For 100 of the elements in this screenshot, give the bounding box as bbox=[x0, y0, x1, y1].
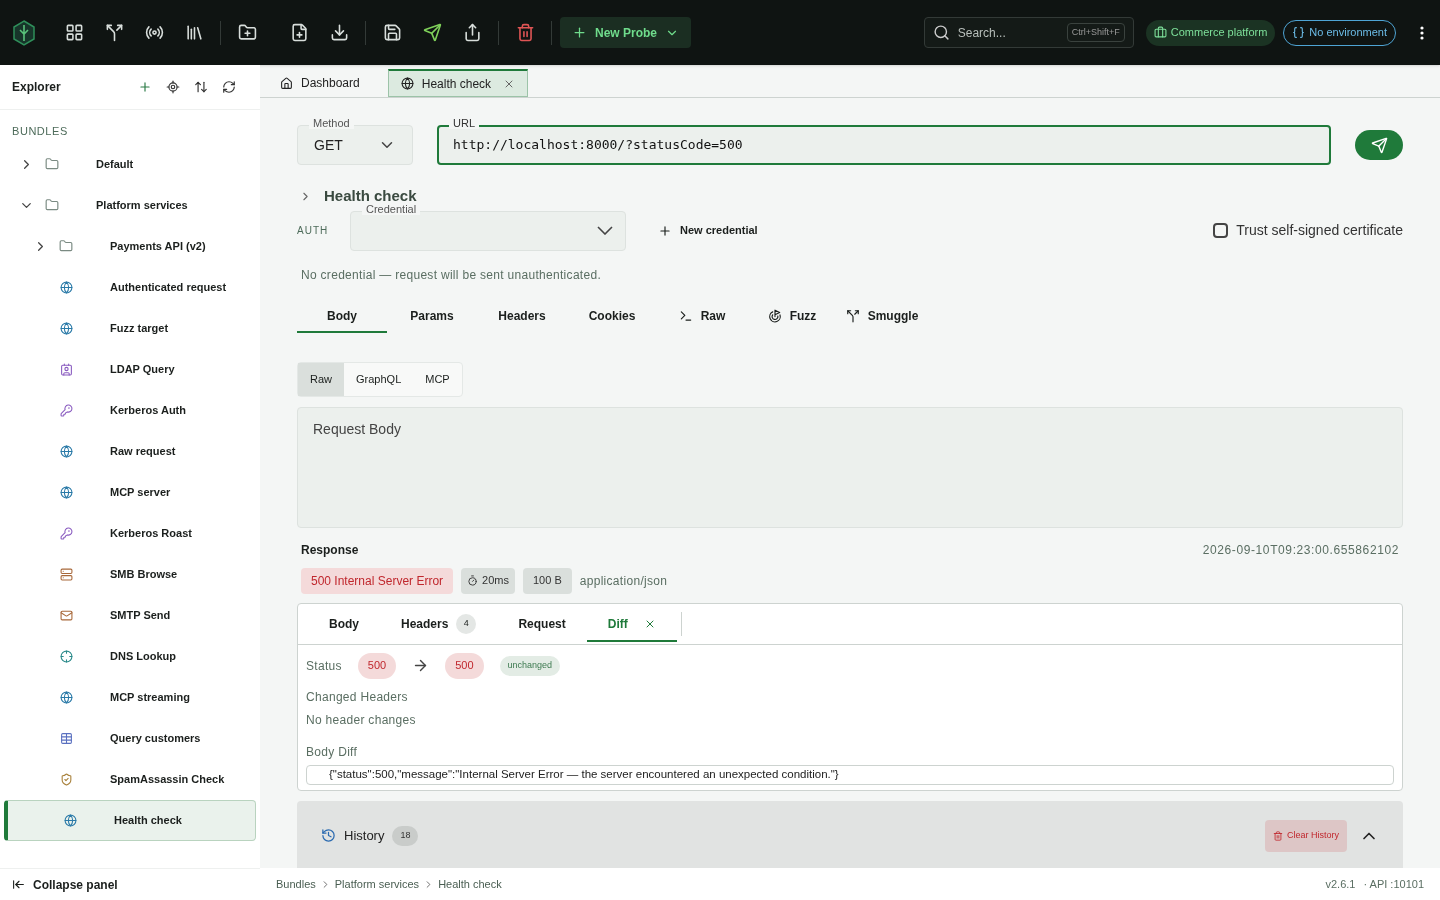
tree-item[interactable]: MCP server bbox=[4, 471, 256, 513]
refresh-icon[interactable] bbox=[222, 80, 236, 94]
section-tab[interactable]: Body bbox=[297, 300, 387, 333]
response-title: Response bbox=[301, 541, 359, 559]
sort-icon[interactable] bbox=[194, 80, 208, 94]
tree-item-label: SMTP Send bbox=[110, 607, 171, 623]
status-code-pill: 500 bbox=[357, 652, 397, 679]
collapse-panel-button[interactable]: Collapse panel bbox=[0, 868, 260, 900]
tree-item-label: Health check bbox=[114, 812, 182, 828]
home-icon bbox=[280, 76, 293, 90]
key-icon bbox=[59, 403, 73, 417]
tree-item[interactable]: SMTP Send bbox=[4, 594, 256, 636]
section-tab[interactable]: Raw bbox=[657, 300, 747, 333]
editor-tab[interactable]: Dashboard bbox=[268, 69, 372, 97]
terminal-icon bbox=[678, 308, 693, 323]
send-button[interactable] bbox=[1355, 130, 1403, 160]
changed-headers-title: Changed Headers bbox=[306, 688, 409, 706]
target-icon bbox=[767, 308, 782, 323]
search-field[interactable]: Search... Ctrl+Shift+F bbox=[923, 17, 1134, 48]
section-heading: BUNDLES bbox=[11, 124, 69, 139]
globe-icon bbox=[63, 813, 77, 827]
content-type: application/json bbox=[579, 572, 668, 590]
section-tab[interactable]: Smuggle bbox=[837, 300, 927, 333]
search-input[interactable]: Search... bbox=[957, 23, 1059, 42]
breadcrumb-link[interactable]: Health check bbox=[438, 875, 502, 893]
tree-item[interactable]: Kerberos Roast bbox=[4, 512, 256, 554]
response-tab[interactable]: Request bbox=[497, 607, 587, 642]
new-probe-button[interactable]: New Probe bbox=[560, 17, 691, 48]
tree-item[interactable]: LDAP Query bbox=[4, 348, 256, 390]
body-mode-tab[interactable]: MCP bbox=[413, 362, 462, 396]
request-body-field[interactable]: Request Body bbox=[297, 406, 1403, 528]
header-changes-note: No header changes bbox=[306, 711, 417, 729]
history-icon bbox=[321, 828, 336, 843]
breadcrumb-link[interactable]: Bundles bbox=[276, 875, 316, 893]
briefcase-icon bbox=[1153, 26, 1167, 39]
tree-item-label: MCP server bbox=[110, 484, 171, 500]
tree-item[interactable]: Fuzz target bbox=[4, 307, 256, 349]
body-mode-tab[interactable]: GraphQL bbox=[344, 362, 414, 396]
checkbox[interactable] bbox=[1213, 223, 1229, 238]
tree-item-label: SpamAssassin Check bbox=[110, 771, 225, 787]
split-arrows-icon bbox=[845, 308, 860, 323]
tree-item-label: Query customers bbox=[110, 730, 201, 746]
tree-item[interactable]: SpamAssassin Check bbox=[4, 758, 256, 800]
search-icon bbox=[932, 24, 950, 41]
hexagon-logo-icon bbox=[12, 19, 36, 46]
section-tab[interactable]: Fuzz bbox=[747, 300, 837, 333]
more-menu-button[interactable] bbox=[1420, 25, 1424, 40]
collapse-icon bbox=[12, 878, 25, 891]
folder-icon bbox=[59, 239, 73, 253]
key-icon bbox=[59, 526, 73, 540]
tree-item[interactable]: Default bbox=[4, 143, 256, 185]
unchanged-tag: unchanged bbox=[499, 655, 561, 676]
tree-item-label: Kerberos Roast bbox=[110, 525, 192, 541]
tree-item[interactable]: MCP streaming bbox=[4, 676, 256, 718]
new-credential-button[interactable]: New credential bbox=[658, 222, 758, 239]
folder-icon bbox=[45, 198, 59, 212]
tree-item[interactable]: Platform services bbox=[4, 184, 256, 226]
body-mode-tab[interactable]: Raw bbox=[298, 362, 344, 396]
tree-item-label: Raw request bbox=[110, 443, 176, 459]
status-code-pill: 500 bbox=[445, 652, 484, 679]
response-tab[interactable]: Headers 4 bbox=[380, 607, 498, 642]
table-icon bbox=[59, 731, 73, 745]
tree-item-label: SMB Browse bbox=[110, 566, 178, 582]
response-tab[interactable]: Body bbox=[308, 607, 380, 642]
project-chip[interactable]: Commerce platform bbox=[1145, 19, 1276, 46]
tree-item-label: DNS Lookup bbox=[110, 648, 176, 664]
tree-item[interactable]: DNS Lookup bbox=[4, 635, 256, 677]
tree-item[interactable]: Query customers bbox=[4, 717, 256, 759]
send-icon bbox=[1370, 136, 1388, 154]
globe-icon bbox=[59, 485, 73, 499]
shield-icon bbox=[59, 772, 73, 786]
response-tab[interactable]: Diff bbox=[586, 607, 677, 642]
globe-icon bbox=[400, 77, 414, 90]
version-label: v2.6.1 bbox=[1325, 876, 1356, 892]
body-diff-title: Body Diff bbox=[306, 743, 359, 761]
tree-item-label: Default bbox=[96, 156, 134, 172]
breadcrumb-link[interactable]: Platform services bbox=[334, 875, 420, 893]
locate-icon[interactable] bbox=[166, 80, 180, 94]
tree-item-label: Payments API (v2) bbox=[110, 238, 206, 254]
braces-icon bbox=[1292, 26, 1306, 39]
crosshair-icon bbox=[59, 649, 73, 663]
section-tab[interactable]: Cookies bbox=[567, 300, 657, 333]
shortcut-hint: Ctrl+Shift+F bbox=[1066, 22, 1125, 43]
tree-item[interactable]: Health check bbox=[4, 799, 256, 841]
clear-history-button[interactable]: Clear History bbox=[1265, 819, 1347, 852]
method-label: Method bbox=[309, 118, 354, 129]
tree-item[interactable]: Authenticated request bbox=[4, 266, 256, 308]
tree-item[interactable]: SMB Browse bbox=[4, 553, 256, 595]
more-icon bbox=[1420, 25, 1424, 40]
tree-item[interactable]: Raw request bbox=[4, 430, 256, 472]
request-name: Health check bbox=[324, 186, 417, 205]
editor-tab[interactable]: Health check bbox=[387, 69, 529, 97]
section-tab[interactable]: Headers bbox=[477, 300, 567, 333]
tree-item[interactable]: Kerberos Auth bbox=[4, 389, 256, 431]
stopwatch-icon bbox=[467, 575, 479, 586]
credential-label: Credential bbox=[362, 203, 421, 215]
history-title: History bbox=[344, 826, 385, 845]
chevron-down-icon bbox=[597, 226, 613, 235]
section-tab[interactable]: Params bbox=[387, 300, 477, 333]
tree-item[interactable]: Payments API (v2) bbox=[4, 225, 256, 267]
